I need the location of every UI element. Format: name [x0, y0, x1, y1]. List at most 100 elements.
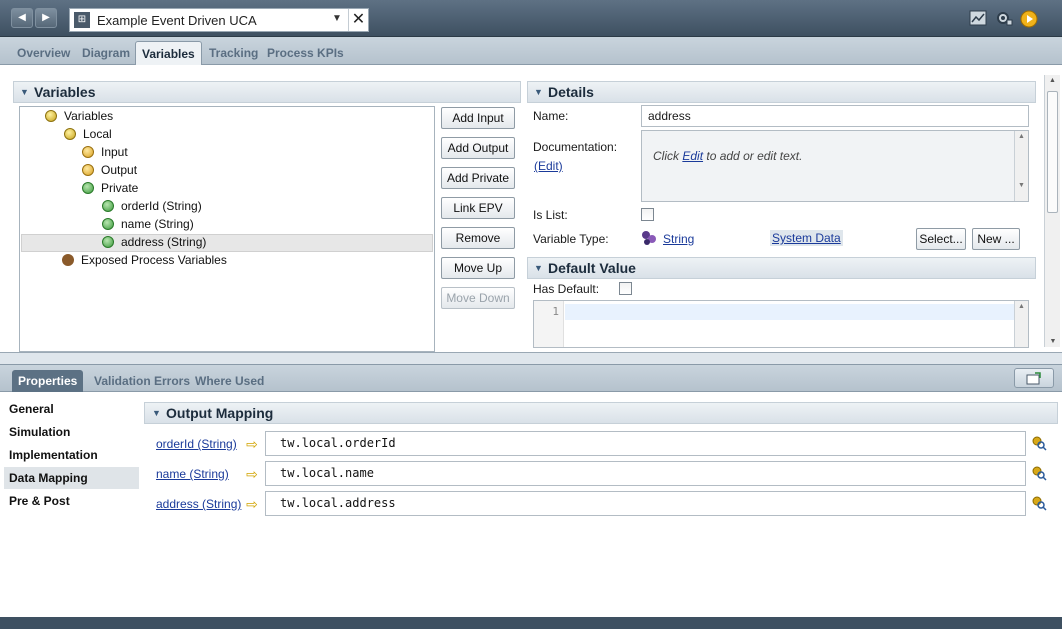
default-value-section-header[interactable]: ▼ Default Value	[527, 257, 1036, 279]
collapse-triangle-icon[interactable]: ▼	[534, 82, 543, 102]
default-value-section-title: Default Value	[548, 260, 636, 276]
nav-data-mapping[interactable]: Data Mapping	[4, 467, 139, 489]
tab-properties[interactable]: Properties	[12, 370, 84, 393]
name-field[interactable]: address	[641, 105, 1029, 127]
title-bar: ◀ ▶ ⊞ Example Event Driven UCA ▼ ✕	[0, 0, 1062, 37]
editor-tab-strip: Overview Diagram Variables Tracking Proc…	[0, 37, 1062, 65]
document-selector[interactable]: ⊞ Example Event Driven UCA ▼ ✕	[69, 8, 369, 32]
select-button[interactable]: Select...	[916, 228, 966, 250]
variable-picker-icon[interactable]	[1031, 465, 1047, 481]
name-label: Name:	[533, 109, 569, 123]
variable-type-label: Variable Type:	[533, 232, 609, 246]
scroll-thumb[interactable]	[1047, 91, 1058, 213]
close-icon[interactable]: ✕	[348, 9, 368, 31]
variables-section-header[interactable]: ▼ Variables	[13, 81, 521, 103]
status-bar	[0, 617, 1062, 629]
tree-node-orderid[interactable]: orderId (String)	[102, 197, 202, 215]
nav-pre-and-post[interactable]: Pre & Post	[4, 490, 139, 512]
tab-where-used[interactable]: Where Used	[189, 370, 270, 393]
mapping-arrow-icon: ⇨	[246, 436, 258, 452]
document-title: Example Event Driven UCA	[97, 13, 257, 28]
input-icon	[82, 146, 94, 158]
mapping-expression-field[interactable]: tw.local.orderId	[265, 431, 1026, 456]
tab-variables[interactable]: Variables	[135, 41, 202, 65]
line-number: 1	[552, 305, 559, 318]
run-icon[interactable]	[1019, 10, 1039, 28]
selected-row-highlight	[21, 234, 433, 252]
editor-vertical-scrollbar[interactable]: ▲ ▼	[1044, 75, 1060, 347]
variable-picker-icon[interactable]	[1031, 435, 1047, 451]
edit-text-link[interactable]: Edit	[682, 149, 703, 163]
default-value-editor[interactable]: 1 ▲	[533, 300, 1029, 348]
tab-validation-errors[interactable]: Validation Errors	[88, 370, 196, 393]
collapse-triangle-icon[interactable]: ▼	[152, 403, 161, 423]
line-gutter: 1	[534, 301, 564, 347]
collapse-triangle-icon[interactable]: ▼	[20, 82, 29, 102]
collapse-triangle-icon[interactable]: ▼	[534, 258, 543, 278]
mapping-expression-field[interactable]: tw.local.name	[265, 461, 1026, 486]
private-icon	[82, 182, 94, 194]
add-private-button[interactable]: Add Private	[441, 167, 515, 189]
tab-process-kpis[interactable]: Process KPIs	[261, 41, 350, 65]
variable-icon	[102, 200, 114, 212]
tree-node-input[interactable]: Input	[82, 143, 128, 161]
tree-node-variables[interactable]: Variables	[45, 107, 113, 125]
is-list-checkbox[interactable]	[641, 208, 654, 221]
link-epv-button[interactable]: Link EPV	[441, 197, 515, 219]
documentation-box[interactable]: Click Edit to add or edit text. ▲ ▼	[641, 130, 1029, 202]
tab-tracking[interactable]: Tracking	[203, 41, 264, 65]
variable-picker-icon[interactable]	[1031, 495, 1047, 511]
tree-node-local[interactable]: Local	[64, 125, 112, 143]
chevron-down-icon[interactable]: ▼	[332, 13, 342, 24]
output-icon	[82, 164, 94, 176]
move-up-button[interactable]: Move Up	[441, 257, 515, 279]
add-output-button[interactable]: Add Output	[441, 137, 515, 159]
nav-implementation[interactable]: Implementation	[4, 444, 139, 466]
bottom-tab-strip: Properties Validation Errors Where Used	[0, 364, 1062, 393]
output-mapping-title: Output Mapping	[166, 405, 274, 421]
tree-node-name[interactable]: name (String)	[102, 215, 194, 233]
mapping-variable-link[interactable]: orderId (String)	[156, 437, 237, 451]
remove-button[interactable]: Remove	[441, 227, 515, 249]
variables-section-title: Variables	[34, 84, 96, 100]
scroll-down-icon[interactable]: ▼	[1015, 182, 1028, 189]
variables-icon	[45, 110, 57, 122]
forward-arrow-icon[interactable]: ▶	[35, 8, 57, 28]
new-button[interactable]: New ...	[972, 228, 1020, 250]
tree-node-output[interactable]: Output	[82, 161, 137, 179]
toolkit-link[interactable]: System Data	[770, 230, 843, 246]
editor-scrollbar[interactable]: ▲	[1014, 301, 1028, 347]
scroll-up-icon[interactable]: ▲	[1015, 133, 1028, 140]
nav-general[interactable]: General	[4, 398, 139, 420]
mapping-variable-link[interactable]: name (String)	[156, 467, 229, 481]
output-mapping-section-header[interactable]: ▼ Output Mapping	[144, 402, 1058, 424]
has-default-checkbox[interactable]	[619, 282, 632, 295]
nav-simulation[interactable]: Simulation	[4, 421, 139, 443]
details-section-header[interactable]: ▼ Details	[527, 81, 1036, 103]
mapping-arrow-icon: ⇨	[246, 466, 258, 482]
chart-icon[interactable]	[968, 10, 988, 28]
add-input-button[interactable]: Add Input	[441, 107, 515, 129]
tree-node-address[interactable]: address (String)	[102, 233, 206, 251]
process-app-icon: ⊞	[74, 12, 90, 28]
tree-node-private[interactable]: Private	[82, 179, 138, 197]
settings-icon[interactable]	[994, 10, 1014, 28]
scroll-up-icon[interactable]: ▲	[1015, 303, 1028, 310]
maximize-icon[interactable]	[1014, 368, 1054, 388]
doc-scrollbar[interactable]: ▲ ▼	[1014, 131, 1028, 201]
variable-type-link[interactable]: String	[663, 232, 694, 246]
documentation-label: Documentation:	[533, 140, 618, 154]
edit-documentation-link[interactable]: (Edit)	[534, 159, 563, 173]
variable-icon	[102, 218, 114, 230]
has-default-label: Has Default:	[533, 282, 600, 296]
mapping-variable-link[interactable]: address (String)	[156, 497, 241, 511]
tab-diagram[interactable]: Diagram	[76, 41, 136, 65]
mapping-expression-field[interactable]: tw.local.address	[265, 491, 1026, 516]
tab-overview[interactable]: Overview	[11, 41, 76, 65]
data-type-icon	[641, 230, 657, 246]
move-down-button[interactable]: Move Down	[441, 287, 515, 309]
back-arrow-icon[interactable]: ◀	[11, 8, 33, 28]
tree-node-exposed-process-variables[interactable]: Exposed Process Variables	[62, 251, 227, 269]
scroll-down-icon[interactable]: ▼	[1045, 338, 1061, 345]
scroll-up-icon[interactable]: ▲	[1045, 77, 1060, 84]
